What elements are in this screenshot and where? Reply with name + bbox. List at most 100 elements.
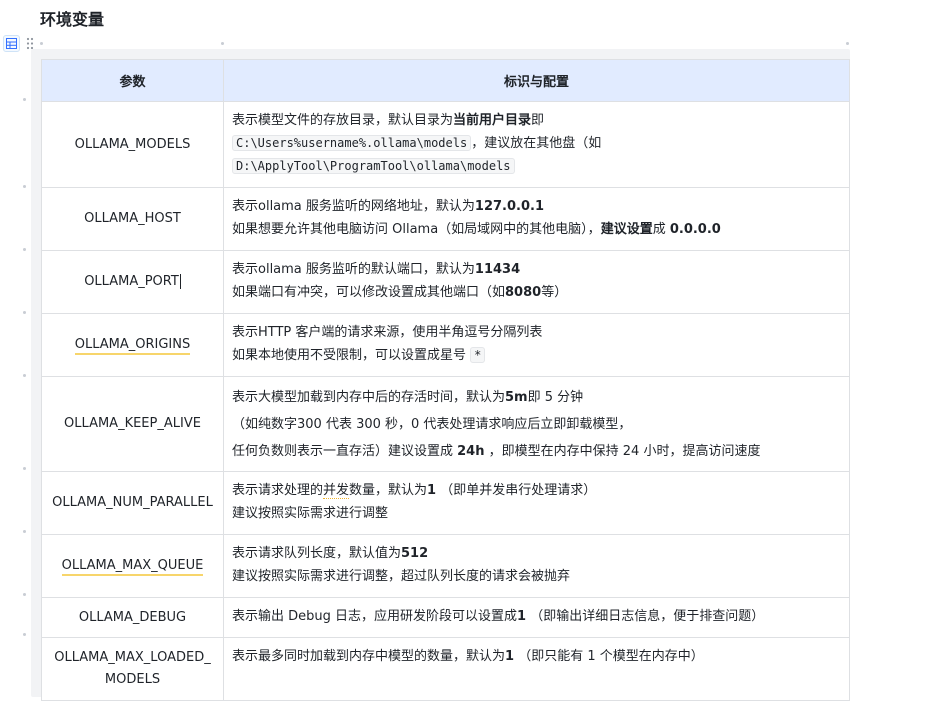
- row-marker[interactable]: [23, 311, 26, 314]
- config-line: 表示ollama 服务监听的网络地址，默认为127.0.0.1: [232, 195, 841, 218]
- text-run: 表示HTTP 客户端的请求来源，使用半角逗号分隔列表: [232, 325, 543, 340]
- text-run: （即输出详细日志信息，便于排查问题）: [526, 609, 765, 624]
- config-cell[interactable]: 表示模型文件的存放目录，默认目录为当前用户目录即 C:\Users%usernam…: [223, 101, 850, 188]
- config-cell[interactable]: 表示请求处理的并发数量，默认为1 （即单并发串行处理请求） 建议按照实际需求进行调…: [223, 471, 850, 535]
- param-cell[interactable]: OLLAMA_MODELS: [41, 101, 224, 188]
- bold-text: 0.0.0.0: [669, 222, 721, 237]
- config-cell[interactable]: 表示大模型加载到内存中后的存活时间，默认为5m即 5 分钟 （如纯数字300 代表…: [223, 376, 850, 472]
- text-run: 并发: [323, 483, 350, 499]
- row-resize-markers: [22, 60, 28, 700]
- bold-text: 127.0.0.1: [474, 199, 544, 214]
- table-row: OLLAMA_MAX_QUEUE 表示请求队列长度，默认值为512 建议按照实际需求…: [41, 534, 850, 598]
- table-row: OLLAMA_MODELS 表示模型文件的存放目录，默认目录为当前用户目录即 C:\…: [41, 101, 850, 188]
- bold-text: 11434: [474, 262, 521, 277]
- inline-code: D:\ApplyTool\ProgramTool\ollama\models: [232, 158, 515, 174]
- config-line: 表示模型文件的存放目录，默认目录为当前用户目录即: [232, 109, 841, 132]
- param-name: OLLAMA_MODELS: [74, 136, 191, 152]
- config-cell[interactable]: 表示请求队列长度，默认值为512 建议按照实际需求进行调整，超过队列长度的请求会被…: [223, 534, 850, 598]
- column-marker[interactable]: [40, 42, 43, 45]
- bold-text: 1: [517, 609, 527, 624]
- config-line: 如果本地使用不受限制，可以设置成星号 *: [232, 344, 841, 367]
- inline-code: *: [470, 347, 486, 363]
- param-cell[interactable]: OLLAMA_DEBUG: [41, 597, 224, 638]
- bold-text: 1: [427, 483, 437, 498]
- bold-text: 5m: [505, 390, 528, 405]
- text-run: 表示ollama 服务监听的网络地址，默认为: [232, 199, 475, 214]
- text-caret: [179, 274, 181, 289]
- row-marker[interactable]: [23, 633, 26, 636]
- row-marker[interactable]: [23, 593, 26, 596]
- table-row: OLLAMA_DEBUG 表示输出 Debug 日志，应用研发阶段可以设置成1 （…: [41, 597, 850, 638]
- config-line: 表示HTTP 客户端的请求来源，使用半角逗号分隔列表: [232, 321, 841, 344]
- row-marker[interactable]: [23, 98, 26, 101]
- param-cell[interactable]: OLLAMA_PORT: [41, 250, 224, 314]
- config-line: 建议按照实际需求进行调整: [232, 502, 841, 525]
- bold-text: 建议设置: [600, 222, 653, 237]
- column-marker[interactable]: [846, 42, 849, 45]
- config-line: 建议按照实际需求进行调整，超过队列长度的请求会被抛弃: [232, 565, 841, 588]
- bold-text: 当前用户目录: [453, 113, 532, 128]
- text-run: 建议按照实际需求进行调整: [232, 506, 389, 521]
- text-run: 表示输出 Debug 日志，应用研发阶段可以设置成: [232, 609, 518, 624]
- text-run: 表示大模型加载到内存中后的存活时间，默认为: [232, 390, 506, 405]
- column-resize-markers: [40, 40, 850, 46]
- table-icon[interactable]: [3, 35, 20, 52]
- text-run: ，即模型在内存中保持 24 小时，提高访问速度: [484, 444, 761, 459]
- config-cell[interactable]: 表示ollama 服务监听的默认端口，默认为11434 如果端口有冲突，可以修改设…: [223, 250, 850, 314]
- bold-text: 512: [401, 546, 429, 561]
- config-line: （如纯数字300 代表 300 秒，0 代表处理请求响应后立即卸载模型，: [232, 411, 841, 438]
- text-run: 成: [652, 222, 670, 237]
- config-line: 表示最多同时加载到内存中模型的数量，默认为1 （即只能有 1 个模型在内存中）: [232, 645, 841, 668]
- config-line: 如果端口有冲突，可以修改设置成其他端口（如8080等）: [232, 281, 841, 304]
- config-line: 表示输出 Debug 日志，应用研发阶段可以设置成1 （即输出详细日志信息，便于…: [232, 605, 841, 628]
- row-marker[interactable]: [23, 530, 26, 533]
- param-name: OLLAMA_MAX_LOADED_: [54, 650, 211, 665]
- row-marker[interactable]: [23, 374, 26, 377]
- row-marker[interactable]: [23, 467, 26, 470]
- text-run: 如果想要允许其他电脑访问 Ollama（如局域网中的其他电脑），: [232, 222, 601, 237]
- text-run: 等）: [541, 285, 568, 300]
- bold-text: 8080: [505, 285, 542, 300]
- text-run: 表示请求队列长度，默认值为: [232, 546, 402, 561]
- param-name: OLLAMA_DEBUG: [78, 609, 187, 625]
- param-cell[interactable]: OLLAMA_NUM_PARALLEL: [41, 471, 224, 535]
- config-cell[interactable]: 表示输出 Debug 日志，应用研发阶段可以设置成1 （即输出详细日志信息，便于…: [223, 597, 850, 638]
- text-run: 如果端口有冲突，可以修改设置成其他端口（如: [232, 285, 506, 300]
- table-row: OLLAMA_MAX_LOADED_ MODELS 表示最多同时加载到内存中模型的数…: [41, 637, 850, 701]
- text-run: ，建议放在其他盘（如: [471, 136, 602, 151]
- table-header-row: 参数 标识与配置: [41, 59, 850, 102]
- text-run: 表示ollama 服务监听的默认端口，默认为: [232, 262, 475, 277]
- text-run: 即: [531, 113, 545, 128]
- column-marker[interactable]: [221, 42, 224, 45]
- text-run: 表示模型文件的存放目录，默认目录为: [232, 113, 454, 128]
- config-line: D:\ApplyTool\ProgramTool\ollama\models: [232, 155, 841, 178]
- row-marker[interactable]: [23, 185, 26, 188]
- bold-text: 1: [505, 649, 515, 664]
- table-row: OLLAMA_HOST 表示ollama 服务监听的网络地址，默认为127.0.0…: [41, 187, 850, 251]
- text-run: （如纯数字300 代表 300 秒，0 代表处理请求响应后立即卸载模型，: [232, 417, 632, 432]
- param-name: OLLAMA_KEEP_ALIVE: [64, 416, 201, 431]
- page-heading: 环境变量: [40, 10, 105, 29]
- text-run: 表示请求处理的: [232, 483, 324, 498]
- row-marker[interactable]: [23, 248, 26, 251]
- config-line: 表示大模型加载到内存中后的存活时间，默认为5m即 5 分钟: [232, 384, 841, 411]
- bold-text: 24h: [457, 444, 485, 459]
- text-run: 表示最多同时加载到内存中模型的数量，默认为: [232, 649, 506, 664]
- param-cell[interactable]: OLLAMA_HOST: [41, 187, 224, 251]
- config-cell[interactable]: 表示ollama 服务监听的网络地址，默认为127.0.0.1 如果想要允许其他电…: [223, 187, 850, 251]
- config-cell[interactable]: 表示HTTP 客户端的请求来源，使用半角逗号分隔列表如果本地使用不受限制，可以设…: [223, 313, 850, 377]
- param-cell[interactable]: OLLAMA_KEEP_ALIVE: [41, 376, 224, 472]
- param-cell[interactable]: OLLAMA_MAX_QUEUE: [41, 534, 224, 598]
- header-config: 标识与配置: [223, 59, 850, 102]
- config-line: 表示请求处理的并发数量，默认为1 （即单并发串行处理请求）: [232, 479, 841, 502]
- param-cell[interactable]: OLLAMA_ORIGINS: [41, 313, 224, 377]
- table-row: OLLAMA_PORT 表示ollama 服务监听的默认端口，默认为11434 如果…: [41, 250, 850, 314]
- param-name: OLLAMA_NUM_PARALLEL: [52, 495, 213, 510]
- config-line: C:\Users%username%.ollama\models ，建议放在其他盘…: [232, 132, 841, 155]
- config-line: 如果想要允许其他电脑访问 Ollama（如局域网中的其他电脑），建议设置成 0.…: [232, 218, 841, 241]
- param-name: OLLAMA_PORT: [84, 274, 179, 289]
- env-var-table: 参数 标识与配置 OLLAMA_MODELS 表示模型文件的存放目录，默认目录为当…: [41, 59, 850, 701]
- param-cell[interactable]: OLLAMA_MAX_LOADED_ MODELS: [41, 637, 224, 701]
- config-cell[interactable]: 表示最多同时加载到内存中模型的数量，默认为1 （即只能有 1 个模型在内存中）: [223, 637, 850, 701]
- header-param: 参数: [41, 59, 224, 102]
